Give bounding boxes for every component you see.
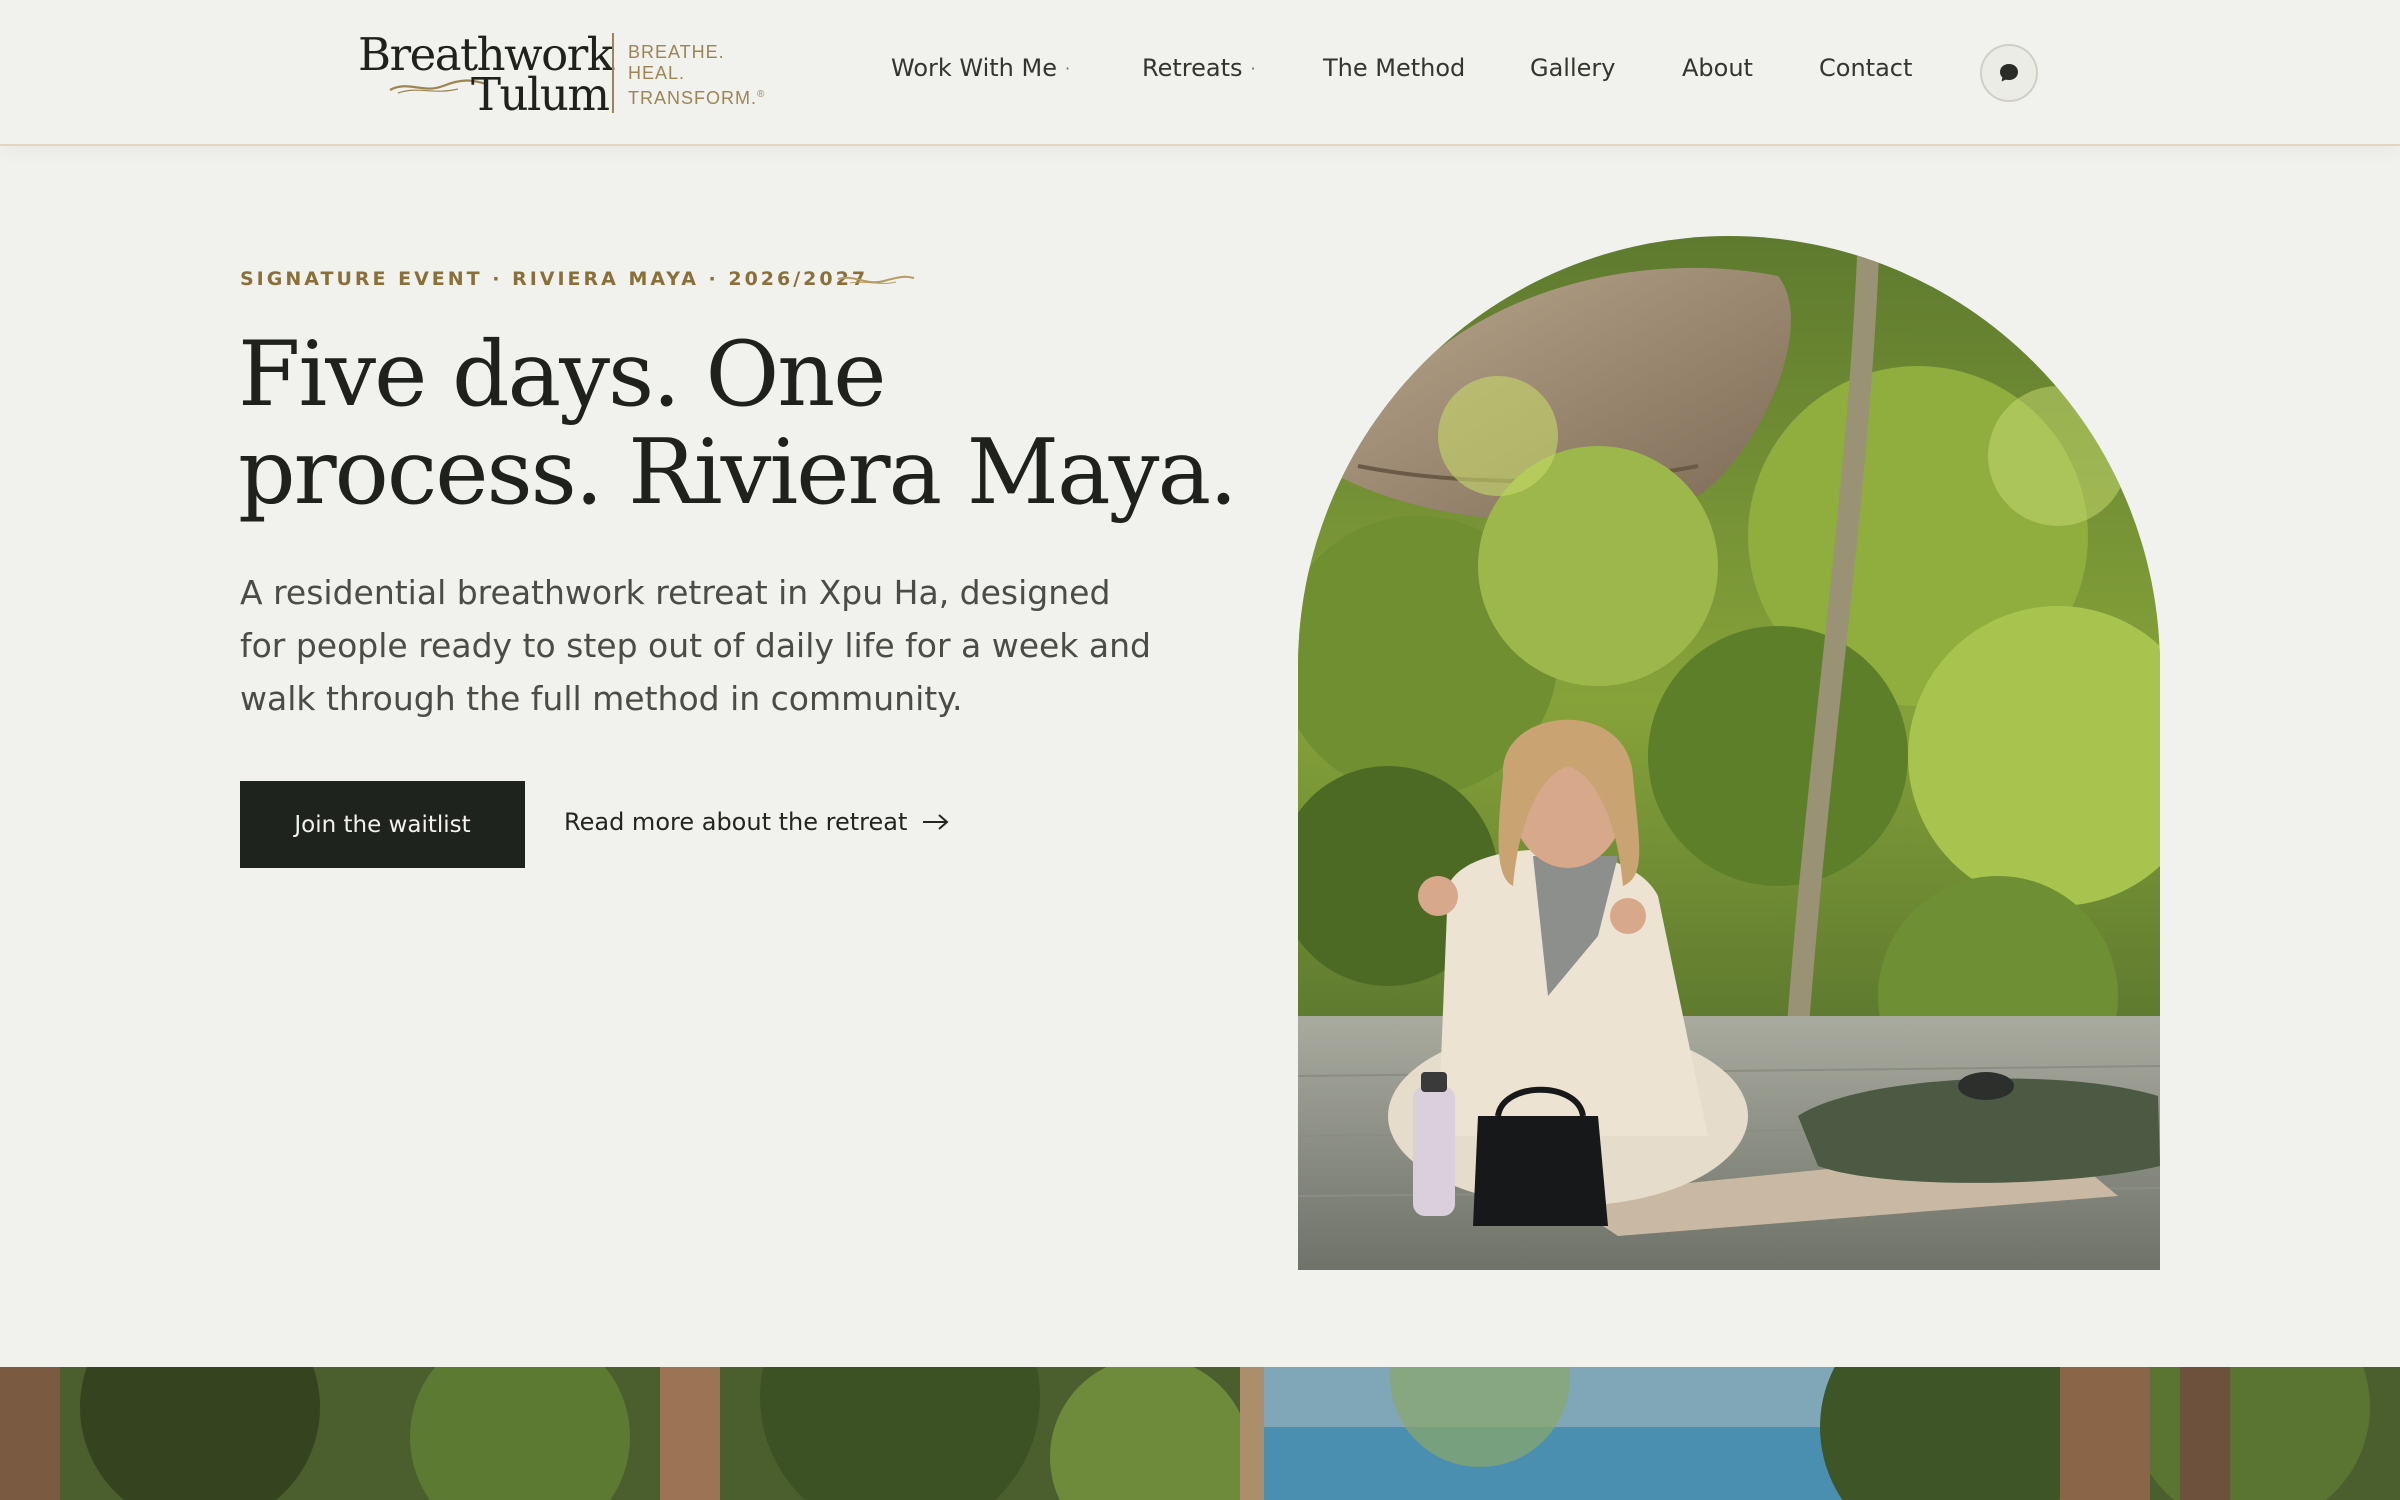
nav-retreats[interactable]: Retreats · — [1142, 54, 1256, 82]
jungle-banner-illustration — [0, 1367, 2400, 1500]
brand-tagline: BREATHE. HEAL. TRANSFORM.® — [628, 42, 765, 109]
nav-contact-label: Contact — [1819, 54, 1913, 82]
tagline-heal: HEAL. — [628, 63, 686, 83]
dropdown-dot-icon: · — [1250, 59, 1256, 78]
nav-about[interactable]: About — [1682, 54, 1753, 82]
headline-line1: Five days. One — [238, 322, 886, 427]
nav-work-with-me[interactable]: Work With Me · — [891, 54, 1070, 82]
arrow-right-icon — [923, 814, 949, 830]
wave-swash-icon — [837, 275, 915, 284]
nav-about-label: About — [1682, 54, 1753, 82]
nav-work-with-me-label: Work With Me — [891, 54, 1057, 82]
nav-contact[interactable]: Contact — [1819, 54, 1912, 82]
read-more-link[interactable]: Read more about the retreat — [564, 804, 951, 840]
tagline-transform-text: TRANSFORM. — [628, 88, 757, 108]
join-waitlist-button[interactable]: Join the waitlist — [240, 781, 525, 868]
nav-gallery-label: Gallery — [1530, 54, 1616, 82]
site-header: Breathwork Tulum BREATHE. HEAL. TRANSFOR… — [0, 0, 2400, 146]
retreat-photo-illustration — [1298, 236, 2160, 1270]
bottom-jungle-banner — [0, 1367, 2400, 1500]
nav-the-method[interactable]: The Method — [1323, 54, 1465, 82]
nav-the-method-label: The Method — [1323, 54, 1466, 82]
tagline-breathe: BREATHE. — [628, 42, 725, 62]
dropdown-dot-icon: · — [1065, 59, 1071, 78]
hero-eyebrow: SIGNATURE EVENT · RIVIERA MAYA · 2026/20… — [240, 268, 869, 290]
brand-logo[interactable]: Breathwork Tulum BREATHE. HEAL. TRANSFOR… — [358, 30, 778, 118]
registered-mark: ® — [757, 89, 766, 100]
retreat-photo — [1298, 236, 2160, 1270]
read-more-label: Read more about the retreat — [564, 808, 908, 836]
chat-bubble-icon — [2000, 64, 2018, 82]
chat-button[interactable] — [1980, 44, 2038, 102]
hero-description: A residential breathwork retreat in Xpu … — [240, 573, 1151, 718]
hero-headline: Five days. One process. Riviera Maya. — [238, 326, 1238, 522]
brand-name-line2: Tulum — [471, 68, 610, 121]
headline-line2: process. Riviera Maya. — [238, 420, 1238, 525]
tagline-transform: TRANSFORM.® — [628, 84, 765, 109]
logo-divider — [612, 33, 614, 113]
nav-retreats-label: Retreats — [1142, 54, 1243, 82]
nav-gallery[interactable]: Gallery — [1530, 54, 1615, 82]
